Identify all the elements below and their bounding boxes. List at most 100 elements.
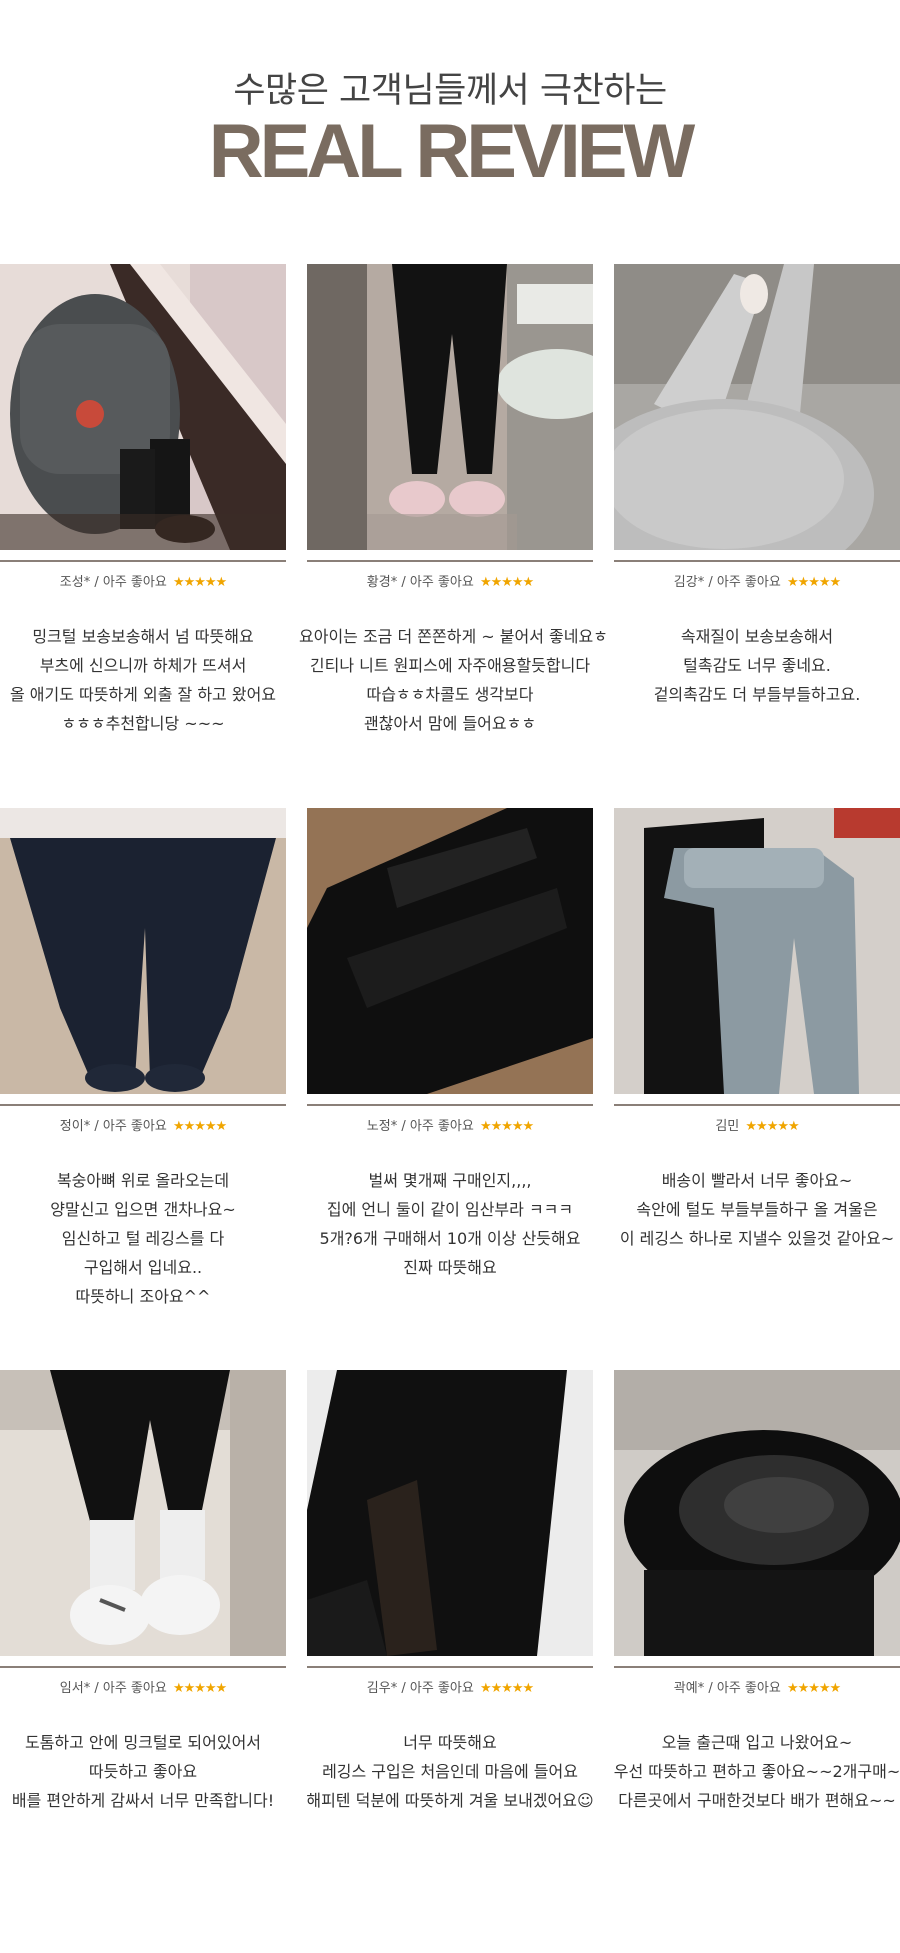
reviewer-name: 김민 bbox=[715, 1119, 740, 1134]
review-photo bbox=[614, 264, 900, 550]
review-photo bbox=[0, 808, 286, 1094]
review-line: 양말신고 입으면 갠차나요~ bbox=[50, 1200, 236, 1219]
photo-folded-leggings bbox=[307, 808, 593, 1094]
rating-label: 아주 좋아요 bbox=[102, 1681, 167, 1696]
photo-navy-leggings bbox=[0, 808, 286, 1094]
star-rating: ★★★★★ bbox=[172, 575, 227, 590]
star-rating: ★★★★★ bbox=[786, 575, 841, 590]
divider bbox=[0, 1104, 286, 1106]
review-line: 구입해서 입네요.. bbox=[83, 1258, 203, 1277]
review-text: 속재질이 보송보송해서 털촉감도 너무 좋네요. 겉의촉감도 더 부들부들하고요… bbox=[606, 622, 900, 709]
review-text: 밍크털 보송보송해서 넘 따뜻해요 부츠에 신으니까 하체가 뜨셔서 올 애기도… bbox=[0, 622, 294, 738]
review-line: 따뜻하니 조아요^^ bbox=[75, 1287, 211, 1306]
star-rating: ★★★★★ bbox=[745, 1119, 799, 1134]
review-line: 따듯하고 좋아요 bbox=[88, 1762, 198, 1781]
photo-woman-in-coat bbox=[0, 264, 286, 550]
review-line: 요아이는 조금 더 쫀쫀하게 ~ 붙어서 좋네요ㅎ bbox=[299, 627, 608, 646]
review-line: 속안에 털도 부들부들하구 올 겨울은 bbox=[636, 1200, 878, 1219]
review-text: 너무 따뜻해요 레깅스 구입은 처음인데 마음에 들어요 해피텐 덕분에 따뜻하… bbox=[299, 1728, 601, 1815]
review-line: 배를 편안하게 감싸서 너무 만족합니다! bbox=[11, 1791, 275, 1810]
review-line: 너무 따뜻해요 bbox=[403, 1733, 497, 1752]
photo-leggings-cuff bbox=[307, 1370, 593, 1656]
star-rating: ★★★★★ bbox=[786, 1681, 841, 1696]
reviewer-name: 임서* bbox=[59, 1681, 91, 1696]
review-line: ㅎㅎㅎ추천합니당 ~~~ bbox=[61, 714, 225, 733]
rating-label: 아주 좋아요 bbox=[409, 1119, 474, 1134]
review-meta: 김우* / 아주 좋아요 ★★★★★ bbox=[366, 1681, 534, 1696]
review-line: 올 애기도 따뜻하게 외출 잘 하고 왔어요 bbox=[9, 685, 277, 704]
review-text: 오늘 출근때 입고 나왔어요~ 우선 따뜻하고 편하고 좋아요~~2개구매~ 다… bbox=[606, 1728, 900, 1815]
rating-label: 아주 좋아요 bbox=[409, 575, 474, 590]
reviewer-name: 노정* bbox=[366, 1119, 398, 1134]
review-photo bbox=[307, 264, 593, 550]
divider bbox=[614, 1666, 900, 1668]
review-photo bbox=[614, 808, 900, 1094]
review-line: 임신하고 털 레깅스를 다 bbox=[61, 1229, 225, 1248]
review-photo bbox=[0, 1370, 286, 1656]
review-photo bbox=[307, 1370, 593, 1656]
review-grid: 조성* / 아주 좋아요 ★★★★★ 밍크털 보송보송해서 넘 따뜻해요 부츠에… bbox=[0, 0, 900, 1953]
review-line: 레깅스 구입은 처음인데 마음에 들어요 bbox=[322, 1762, 578, 1781]
review-line: 털촉감도 너무 좋네요. bbox=[683, 656, 831, 675]
photo-fleece-lining bbox=[614, 1370, 900, 1656]
review-line: 밍크털 보송보송해서 넘 따뜻해요 bbox=[32, 627, 254, 646]
star-rating: ★★★★★ bbox=[172, 1119, 227, 1134]
rating-label: 아주 좋아요 bbox=[716, 1681, 781, 1696]
review-text: 복숭아뼈 위로 올라오는데 양말신고 입으면 갠차나요~ 임신하고 털 레깅스를… bbox=[0, 1166, 294, 1311]
photo-black-leggings-slippers bbox=[307, 264, 593, 550]
star-rating: ★★★★★ bbox=[479, 1681, 534, 1696]
star-rating: ★★★★★ bbox=[172, 1681, 227, 1696]
divider bbox=[614, 560, 900, 562]
review-text: 배송이 빨라서 너무 좋아요~ 속안에 털도 부들부들하구 올 겨울은 이 레깅… bbox=[606, 1166, 900, 1253]
review-text: 요아이는 조금 더 쫀쫀하게 ~ 붙어서 좋네요ㅎ 긴티나 니트 원피스에 자주… bbox=[299, 622, 608, 738]
divider bbox=[614, 1104, 900, 1106]
review-meta: 노정* / 아주 좋아요 ★★★★★ bbox=[366, 1119, 534, 1134]
review-line: 배송이 빨라서 너무 좋아요~ bbox=[661, 1171, 853, 1190]
photo-grey-black-leggings bbox=[614, 808, 900, 1094]
review-text: 벌써 몇개째 구매인지,,,, 집에 언니 둘이 같이 임산부라 ㅋㅋㅋ 5개?… bbox=[299, 1166, 601, 1282]
review-line: 이 레깅스 하나로 지낼수 있을것 같아요~ bbox=[619, 1229, 895, 1248]
review-meta: 정이* / 아주 좋아요 ★★★★★ bbox=[59, 1119, 227, 1134]
review-line: 괜찮아서 맘에 들어요ㅎㅎ bbox=[363, 714, 537, 733]
divider bbox=[307, 560, 593, 562]
review-meta: 김민 ★★★★★ bbox=[614, 1115, 900, 1134]
review-line: 긴티나 니트 원피스에 자주애용할듯합니다 bbox=[309, 656, 591, 675]
reviewer-name: 곽예* bbox=[673, 1681, 705, 1696]
review-line: 진짜 따뜻해요 bbox=[403, 1258, 497, 1277]
review-line: 따습ㅎㅎ차콜도 생각보다 bbox=[366, 685, 534, 704]
review-line: 부츠에 신으니까 하체가 뜨셔서 bbox=[39, 656, 247, 675]
review-line: 다른곳에서 구매한것보다 배가 편해요~~ bbox=[618, 1791, 896, 1810]
star-rating: ★★★★★ bbox=[479, 1119, 534, 1134]
review-meta: 황경* / 아주 좋아요 ★★★★★ bbox=[366, 575, 534, 590]
rating-label: 아주 좋아요 bbox=[716, 575, 781, 590]
review-line: 오늘 출근때 입고 나왔어요~ bbox=[661, 1733, 853, 1752]
review-line: 속재질이 보송보송해서 bbox=[680, 627, 834, 646]
review-line: 우선 따뜻하고 편하고 좋아요~~2개구매~ bbox=[613, 1762, 900, 1781]
review-meta: 김강* / 아주 좋아요 ★★★★★ bbox=[673, 575, 841, 590]
reviewer-name: 황경* bbox=[366, 575, 398, 590]
review-line: 벌써 몇개째 구매인지,,,, bbox=[368, 1171, 532, 1190]
photo-leggings-sneakers bbox=[0, 1370, 286, 1656]
review-line: 복숭아뼈 위로 올라오는데 bbox=[56, 1171, 230, 1190]
reviewer-name: 조성* bbox=[59, 575, 91, 590]
reviewer-name: 김우* bbox=[366, 1681, 398, 1696]
review-line: 겉의촉감도 더 부들부들하고요. bbox=[653, 685, 861, 704]
review-photo bbox=[307, 808, 593, 1094]
divider bbox=[0, 560, 286, 562]
rating-label: 아주 좋아요 bbox=[102, 575, 167, 590]
review-meta: 곽예* / 아주 좋아요 ★★★★★ bbox=[673, 1681, 841, 1696]
review-text: 도톰하고 안에 밍크털로 되어있어서 따듯하고 좋아요 배를 편안하게 감싸서 … bbox=[0, 1728, 294, 1815]
rating-label: 아주 좋아요 bbox=[102, 1119, 167, 1134]
review-meta: 조성* / 아주 좋아요 ★★★★★ bbox=[59, 575, 227, 590]
reviewer-name: 정이* bbox=[59, 1119, 91, 1134]
photo-grey-leggings bbox=[614, 264, 900, 550]
divider bbox=[307, 1666, 593, 1668]
review-line: 5개?6개 구매해서 10개 이상 산듯해요 bbox=[319, 1229, 581, 1248]
review-line: 집에 언니 둘이 같이 임산부라 ㅋㅋㅋ bbox=[326, 1200, 574, 1219]
divider bbox=[0, 1666, 286, 1668]
review-line: 도톰하고 안에 밍크털로 되어있어서 bbox=[24, 1733, 262, 1752]
divider bbox=[307, 1104, 593, 1106]
review-photo bbox=[614, 1370, 900, 1656]
rating-label: 아주 좋아요 bbox=[409, 1681, 474, 1696]
review-meta: 임서* / 아주 좋아요 ★★★★★ bbox=[59, 1681, 227, 1696]
